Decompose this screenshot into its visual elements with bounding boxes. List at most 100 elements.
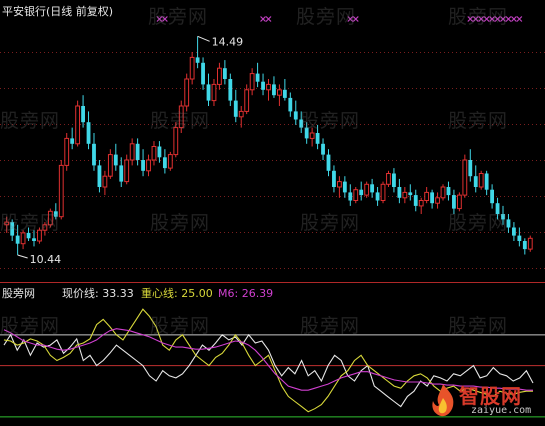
candle-body-up bbox=[167, 154, 173, 169]
candle-body-down bbox=[86, 122, 91, 144]
signal-cross-marker bbox=[467, 16, 474, 22]
candlestick-series bbox=[4, 36, 533, 256]
candle-body-down bbox=[195, 57, 200, 63]
candle-body-down bbox=[32, 238, 36, 241]
signal-cross-marker bbox=[265, 16, 272, 22]
signal-cross-marker bbox=[347, 16, 354, 22]
candle-body-down bbox=[522, 241, 527, 250]
candle-body-up bbox=[353, 189, 359, 201]
candle-body-down bbox=[517, 235, 522, 241]
high-annotation-leader bbox=[197, 35, 210, 42]
candle-body-down bbox=[484, 173, 489, 190]
candle-body-down bbox=[293, 111, 298, 120]
logo-url: zaiyue.com bbox=[471, 405, 532, 416]
candle-body-down bbox=[92, 143, 96, 166]
signal-marker-row bbox=[156, 16, 523, 22]
signal-cross-marker bbox=[483, 16, 490, 22]
candle-body-up bbox=[47, 210, 53, 226]
candle-body-up bbox=[402, 191, 408, 199]
candle-body-up bbox=[173, 127, 179, 156]
candle-body-down bbox=[15, 235, 20, 244]
candle-body-up bbox=[424, 191, 430, 201]
candle-body-down bbox=[468, 160, 473, 177]
candle-body-down bbox=[512, 227, 516, 236]
candle-body-up bbox=[37, 229, 42, 242]
signal-cross-marker bbox=[510, 16, 517, 22]
candle-body-down bbox=[10, 222, 15, 236]
candle-body-down bbox=[452, 195, 456, 209]
candle-body-down bbox=[97, 165, 102, 187]
candle-body-down bbox=[397, 187, 402, 198]
candle-body-down bbox=[321, 143, 325, 155]
candle-body-up bbox=[184, 78, 190, 107]
signal-cross-marker bbox=[352, 16, 359, 22]
candle-body-up bbox=[211, 83, 217, 102]
candle-body-down bbox=[315, 133, 320, 144]
signal-cross-marker bbox=[260, 16, 266, 22]
candle-body-down bbox=[119, 165, 124, 182]
candle-body-down bbox=[473, 176, 478, 187]
candle-body-up bbox=[418, 200, 424, 207]
candle-body-up bbox=[58, 164, 64, 218]
candle-body-up bbox=[75, 105, 81, 145]
indicator-name: 股旁网 bbox=[2, 286, 35, 300]
candle-body-down bbox=[261, 81, 265, 90]
signal-cross-marker bbox=[478, 16, 485, 22]
candle-body-down bbox=[430, 192, 435, 204]
candle-body-down bbox=[501, 214, 505, 220]
low-annotation-leader bbox=[17, 254, 28, 259]
candle-body-up bbox=[336, 181, 342, 188]
candle-body-up bbox=[189, 56, 195, 80]
candle-body-up bbox=[217, 67, 222, 85]
candle-body-up bbox=[478, 173, 484, 188]
candle-body-down bbox=[53, 211, 58, 217]
candle-body-down bbox=[413, 195, 418, 206]
candle-body-down bbox=[113, 154, 118, 166]
candle-body-down bbox=[342, 181, 347, 193]
candle-body-down bbox=[222, 68, 227, 79]
candle-body-down bbox=[370, 184, 375, 193]
candle-body-up bbox=[386, 173, 391, 185]
candle-body-up bbox=[146, 159, 151, 172]
candle-body-down bbox=[81, 106, 85, 123]
candle-body-down bbox=[255, 73, 260, 82]
candle-body-up bbox=[249, 73, 255, 91]
signal-cross-marker bbox=[156, 16, 163, 22]
chart-title: 平安银行(日线 前复权) bbox=[2, 4, 113, 18]
candle-body-down bbox=[506, 219, 511, 228]
legend-center-line: 重心线: 25.00 bbox=[141, 286, 213, 300]
candle-body-up bbox=[309, 132, 315, 139]
candle-body-up bbox=[42, 224, 48, 231]
candle-body-down bbox=[359, 189, 364, 196]
candle-body-down bbox=[392, 173, 396, 187]
candle-body-up bbox=[102, 175, 108, 188]
signal-cross-marker bbox=[472, 16, 479, 22]
candle-body-up bbox=[244, 89, 250, 112]
candle-body-down bbox=[206, 84, 211, 101]
candle-body-down bbox=[282, 89, 287, 98]
candle-body-up bbox=[64, 137, 70, 166]
candle-body-up bbox=[276, 89, 282, 96]
candle-body-down bbox=[135, 143, 140, 160]
signal-cross-marker bbox=[516, 16, 523, 22]
candle-body-up bbox=[435, 197, 440, 204]
signal-cross-marker bbox=[500, 16, 506, 22]
candle-body-up bbox=[440, 186, 446, 199]
candle-body-down bbox=[304, 127, 309, 139]
legend-close-line: 现价线: 33.33 bbox=[62, 286, 134, 300]
signal-cross-marker bbox=[161, 16, 168, 22]
candle-body-up bbox=[380, 183, 386, 202]
candle-body-down bbox=[162, 157, 167, 169]
candle-body-up bbox=[462, 159, 468, 196]
candle-body-down bbox=[233, 100, 238, 117]
legend-m6: M6: 26.39 bbox=[218, 287, 273, 300]
flame-icon bbox=[432, 384, 454, 417]
candle-body-up bbox=[178, 105, 184, 129]
candle-body-up bbox=[4, 221, 10, 226]
candle-body-down bbox=[157, 146, 162, 158]
signal-cross-marker bbox=[505, 16, 512, 22]
candle-body-down bbox=[26, 232, 31, 239]
signal-cross-marker bbox=[489, 16, 496, 22]
candle-body-down bbox=[332, 170, 336, 187]
signal-cross-marker bbox=[494, 16, 501, 22]
